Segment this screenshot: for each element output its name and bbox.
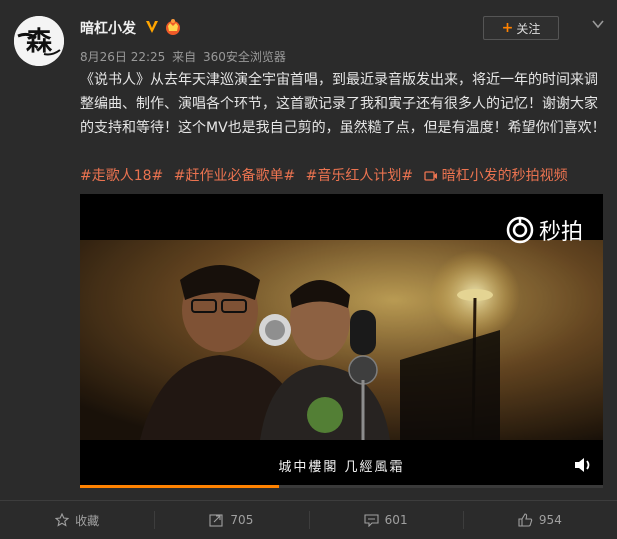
avatar-calligraphy-icon: 森	[14, 16, 64, 66]
video-source-link[interactable]: 暗杠小发的秒拍视频	[423, 168, 568, 184]
chevron-down-icon[interactable]	[590, 16, 606, 32]
comment-icon	[364, 514, 379, 527]
comment-count: 601	[384, 513, 408, 527]
comment-button[interactable]: 601	[308, 501, 463, 539]
video-camera-icon	[423, 171, 437, 181]
plus-icon: +	[501, 20, 514, 36]
verified-v-icon[interactable]	[144, 19, 160, 35]
weibo-post-card: 森 暗杠小发 8月26日 22:25 来自 360安全浏览器 + 关注 《说书人…	[0, 0, 617, 539]
thumbs-up-icon	[518, 513, 533, 527]
action-bar: 收藏 705 601 954	[0, 500, 617, 539]
miaopai-logo-icon	[506, 216, 534, 244]
post-text: 《说书人》从去年天津巡演全宇宙首唱，到最近录音版发出来，将近一年的时间来调整编曲…	[80, 72, 606, 136]
follow-button[interactable]: + 关注	[483, 16, 559, 40]
miaopai-logo-text: 秒拍	[538, 220, 583, 245]
post-source[interactable]: 360安全浏览器	[203, 50, 286, 64]
star-icon	[55, 513, 70, 527]
volume-icon[interactable]	[573, 456, 593, 474]
post-date[interactable]: 8月26日 22:25	[80, 50, 165, 64]
post-meta: 8月26日 22:25 来自 360安全浏览器	[80, 48, 289, 65]
video-source-label: 暗杠小发的秒拍视频	[441, 168, 568, 184]
topic-tag[interactable]: #走歌人18#	[80, 168, 163, 184]
video-frame-image	[80, 240, 603, 440]
favorite-label: 收藏	[75, 513, 100, 528]
video-player[interactable]: 秒拍 城中樓閣 几經風霜	[80, 194, 603, 488]
favorite-button[interactable]: 收藏	[0, 501, 154, 539]
source-prefix: 来自	[172, 50, 197, 64]
topic-tag[interactable]: #赶作业必备歌单#	[174, 168, 295, 184]
like-count: 954	[538, 513, 562, 527]
repost-icon	[209, 514, 223, 527]
avatar[interactable]: 森	[14, 16, 64, 66]
video-progress-fill	[80, 485, 279, 488]
topic-tag[interactable]: #音乐红人计划#	[306, 168, 413, 184]
username[interactable]: 暗杠小发	[80, 18, 136, 38]
like-button[interactable]: 954	[462, 501, 617, 539]
miaopai-logo: 秒拍	[505, 214, 583, 246]
video-subtitle: 城中樓閣 几經風霜	[278, 460, 405, 475]
follow-label: 关注	[516, 21, 541, 36]
repost-button[interactable]: 705	[154, 501, 308, 539]
post-tags: #走歌人18# #赶作业必备歌单# #音乐红人计划# 暗杠小发的秒拍视频	[80, 166, 610, 186]
member-crown-icon[interactable]	[164, 18, 182, 36]
svg-text:森: 森	[26, 27, 53, 57]
repost-count: 705	[230, 513, 254, 527]
